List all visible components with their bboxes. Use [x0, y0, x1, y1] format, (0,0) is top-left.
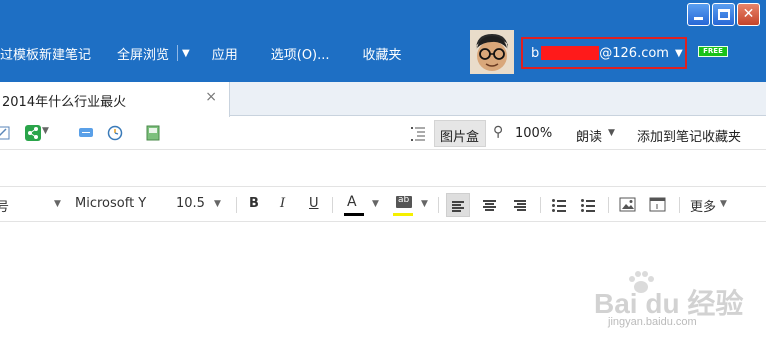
- chevron-down-icon[interactable]: ▼: [182, 48, 190, 59]
- chevron-down-icon[interactable]: ▼: [608, 128, 615, 138]
- font-color-button[interactable]: A: [347, 194, 357, 210]
- nav-new-from-template[interactable]: 过模板新建笔记: [0, 44, 104, 63]
- numbered-list-button[interactable]: [548, 193, 572, 217]
- close-tab-icon[interactable]: ×: [205, 89, 217, 105]
- clock-icon[interactable]: [107, 125, 123, 141]
- chevron-down-icon[interactable]: ▼: [54, 199, 61, 209]
- highlight-icon[interactable]: ab: [396, 195, 412, 208]
- nav-divider: [177, 45, 179, 61]
- maximize-icon: [718, 9, 730, 20]
- toolbar-divider: [608, 197, 609, 213]
- paragraph-style-select[interactable]: 号: [0, 196, 9, 215]
- format-toolbar: 号 ▼ Microsoft Y 10.5 ▼ B I U A ▼ ab ▼ 更多…: [0, 188, 766, 222]
- chevron-down-icon: ▼: [674, 47, 683, 59]
- outline-icon[interactable]: [410, 125, 426, 141]
- share-dropdown-icon[interactable]: ▼: [42, 126, 49, 136]
- image-box-label: 图片盒: [440, 130, 480, 145]
- add-to-favorites-button[interactable]: 添加到笔记收藏夹: [637, 126, 741, 145]
- free-badge: FREE: [698, 46, 728, 57]
- align-center-button[interactable]: [477, 193, 501, 217]
- watermark-url: jingyan.baidu.com: [608, 316, 697, 328]
- note-tab-title: 2014年什么行业最火: [2, 95, 127, 110]
- insert-date-icon[interactable]: [649, 197, 666, 212]
- tab-bar: 2014年什么行业最火 ×: [0, 82, 766, 117]
- toolbar-divider: [236, 197, 237, 213]
- image-box-button[interactable]: 图片盒: [434, 120, 486, 147]
- highlight-swatch: [393, 213, 413, 216]
- account-domain: @126.com: [599, 45, 669, 61]
- italic-button[interactable]: I: [280, 196, 285, 211]
- toolbar-divider: [679, 197, 680, 213]
- bold-button[interactable]: B: [249, 196, 259, 211]
- more-button[interactable]: 更多: [690, 196, 716, 215]
- bullet-list-button[interactable]: [577, 193, 601, 217]
- note-title-field[interactable]: [0, 151, 766, 187]
- minimize-button[interactable]: [687, 3, 710, 26]
- maximize-button[interactable]: [712, 3, 735, 26]
- account-selector[interactable]: b @126.com ▼: [521, 37, 687, 69]
- chevron-down-icon[interactable]: ▼: [372, 199, 379, 209]
- nav-apps[interactable]: 应用: [190, 44, 251, 63]
- font-color-swatch: [344, 213, 364, 216]
- app-header: ✕ 过模板新建笔记 全屏浏览 ▼ 应用 选项(O)... 收藏夹 b @126.…: [0, 0, 766, 82]
- nav-fullscreen-group: 全屏浏览 ▼: [104, 44, 190, 63]
- underline-button[interactable]: U: [309, 196, 319, 211]
- toolbar-divider: [540, 197, 541, 213]
- message-icon[interactable]: [78, 125, 94, 141]
- watermark: Bai du 经验 jingyan.baidu.com: [588, 268, 758, 338]
- chevron-down-icon[interactable]: ▼: [214, 199, 221, 209]
- font-family-select[interactable]: Microsoft Y: [75, 196, 146, 211]
- close-window-button[interactable]: ✕: [737, 3, 760, 26]
- align-left-button[interactable]: [446, 193, 470, 217]
- font-size-select[interactable]: 10.5: [176, 196, 205, 211]
- zoom-icon[interactable]: ⚲: [493, 124, 503, 140]
- nav-favorites[interactable]: 收藏夹: [343, 44, 415, 63]
- nav-fullscreen[interactable]: 全屏浏览: [104, 44, 177, 63]
- note-tab[interactable]: 2014年什么行业最火 ×: [0, 82, 230, 117]
- chevron-down-icon[interactable]: ▼: [421, 199, 428, 209]
- avatar[interactable]: [470, 30, 514, 74]
- insert-image-icon[interactable]: [619, 197, 636, 212]
- export-icon[interactable]: [145, 125, 161, 141]
- note-toolbar: ▼ 图片盒 ⚲ 100% 朗读 ▼ 添加到笔记收藏夹: [0, 117, 766, 150]
- minimize-icon: [694, 17, 703, 20]
- window-controls: ✕: [687, 3, 760, 26]
- close-icon: ✕: [742, 6, 755, 22]
- toolbar-divider: [438, 197, 439, 213]
- share-icon[interactable]: [25, 125, 41, 141]
- chevron-down-icon[interactable]: ▼: [720, 199, 727, 209]
- edit-icon[interactable]: [0, 125, 11, 141]
- toolbar-divider: [332, 197, 333, 213]
- align-right-button[interactable]: [507, 193, 531, 217]
- account-prefix: b: [531, 45, 540, 61]
- main-nav: 过模板新建笔记 全屏浏览 ▼ 应用 选项(O)... 收藏夹: [0, 34, 415, 72]
- zoom-level[interactable]: 100%: [515, 126, 552, 141]
- redacted-username: [541, 46, 600, 60]
- read-aloud-button[interactable]: 朗读: [576, 126, 602, 145]
- nav-options[interactable]: 选项(O)...: [251, 44, 343, 63]
